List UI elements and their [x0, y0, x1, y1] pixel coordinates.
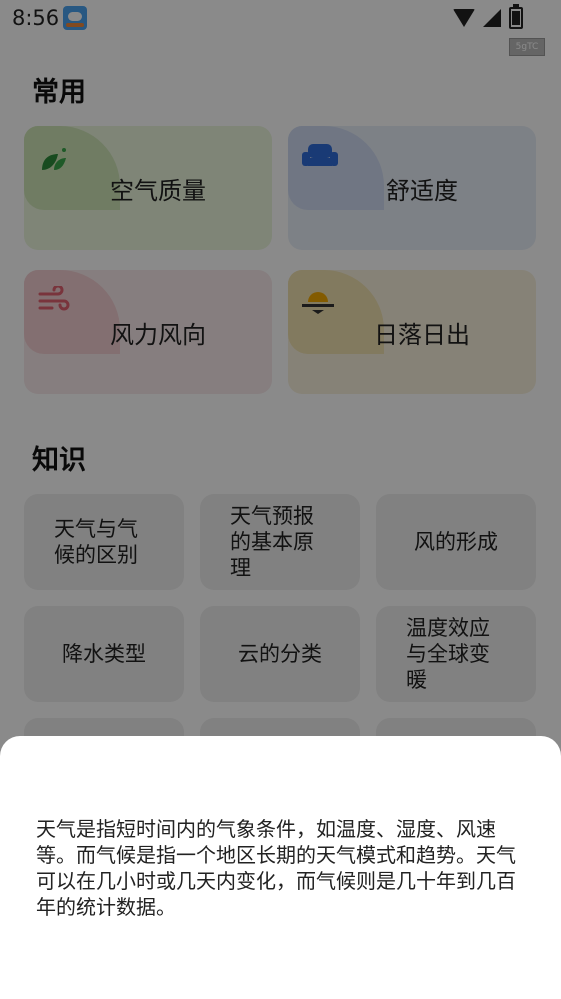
bottom-sheet: 天气是指短时间内的气象条件，如温度、湿度、风速等。而气候是指一个地区长期的天气模…	[0, 736, 561, 999]
sheet-text: 天气是指短时间内的气象条件，如温度、湿度、风速等。而气候是指一个地区长期的天气模…	[36, 817, 516, 919]
screen: 8:56 5gTC 常用 空气质量 舒适度 风力风向 日落日出 知识 天气与气候…	[0, 0, 561, 999]
